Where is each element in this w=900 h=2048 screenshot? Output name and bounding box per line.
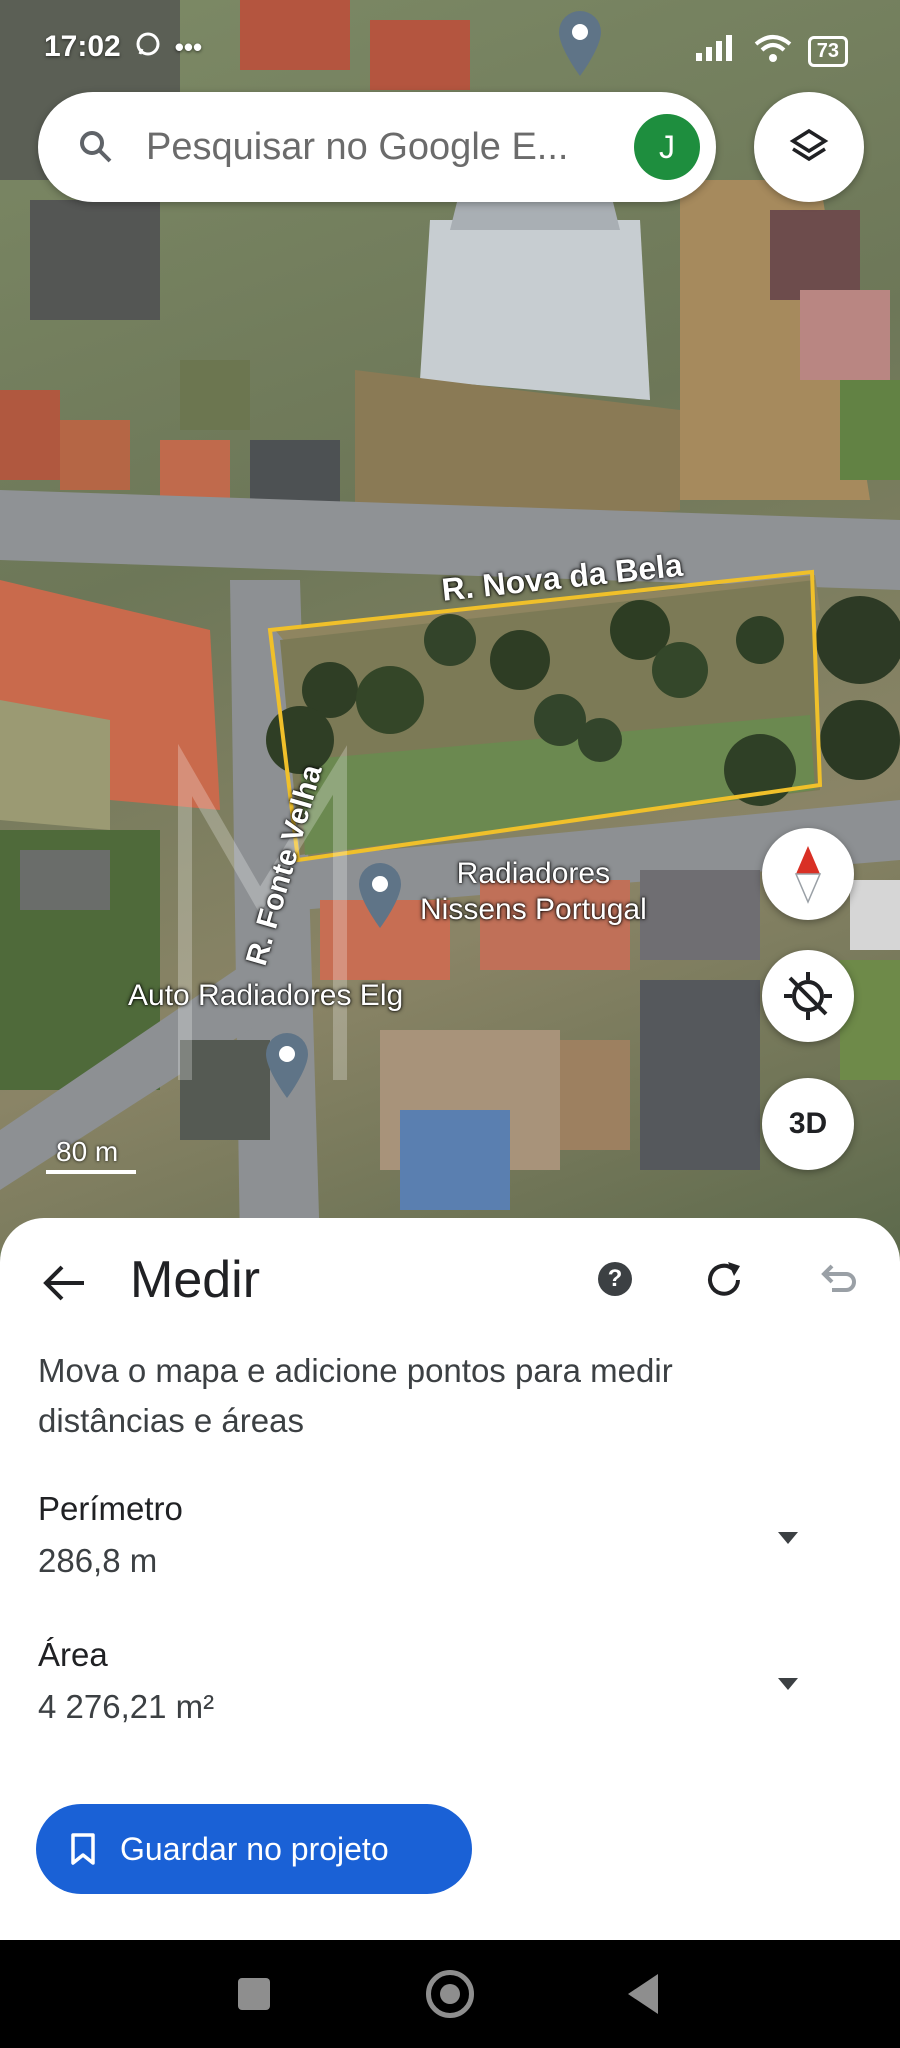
- avatar-letter: J: [659, 128, 675, 165]
- three-d-button[interactable]: 3D: [762, 1078, 854, 1170]
- map-scale-bar: [46, 1170, 136, 1174]
- layers-icon: [789, 128, 829, 162]
- wifi-icon: [754, 34, 792, 69]
- back-button[interactable]: [628, 1974, 658, 2014]
- location-disabled-icon: [784, 972, 832, 1020]
- map-scale-label: 80 m: [56, 1136, 119, 1167]
- area-label: Área: [38, 1636, 108, 1673]
- status-time: 17:02: [44, 30, 121, 63]
- compass-icon: [794, 846, 822, 904]
- poi-label-nissens[interactable]: Radiadores Nissens Portugal: [420, 856, 647, 928]
- poi-label-line1: Auto Radiadores Elg: [128, 979, 404, 1012]
- map-view[interactable]: 17:02 ••• 73 Pesquisar no Google E... J: [0, 0, 900, 1250]
- signal-icon: [694, 35, 738, 68]
- measure-instructions: Mova o mapa e adicione pontos para medir…: [38, 1352, 673, 1439]
- system-nav-bar: [0, 1940, 900, 2048]
- search-icon: [80, 131, 112, 163]
- poi-label-line2: Nissens Portugal: [420, 893, 647, 926]
- status-bar-right: 73: [694, 34, 848, 69]
- perimeter-label: Perímetro: [38, 1490, 183, 1527]
- map-pin-icon[interactable]: [355, 860, 405, 930]
- recents-button[interactable]: [238, 1978, 270, 2010]
- map-pin-icon[interactable]: [262, 1030, 312, 1100]
- layers-button[interactable]: [754, 92, 864, 202]
- undo-icon[interactable]: [814, 1258, 858, 1302]
- battery-icon: 73: [807, 36, 848, 67]
- save-to-project-label: Guardar no projeto: [120, 1830, 389, 1867]
- perimeter-dropdown-icon[interactable]: [778, 1532, 798, 1544]
- search-placeholder[interactable]: Pesquisar no Google E...: [146, 126, 568, 169]
- area-dropdown-icon[interactable]: [778, 1678, 798, 1690]
- perimeter-value: 286,8 m: [38, 1542, 158, 1579]
- status-bar-left: 17:02 •••: [44, 30, 202, 64]
- map-pin-icon[interactable]: [555, 8, 605, 78]
- save-to-project-button[interactable]: Guardar no projeto: [36, 1804, 472, 1894]
- measure-sheet: Medir ? Mova o mapa e adicione pontos pa…: [0, 1218, 900, 1940]
- page-title: Medir: [130, 1251, 261, 1309]
- more-icon: •••: [174, 31, 203, 62]
- refresh-icon[interactable]: [702, 1258, 746, 1302]
- avatar[interactable]: J: [634, 114, 700, 180]
- whatsapp-icon: [135, 31, 161, 64]
- bookmark-icon: [71, 1833, 95, 1865]
- search-bar[interactable]: Pesquisar no Google E... J: [38, 92, 716, 202]
- three-d-label: 3D: [788, 1107, 828, 1140]
- poi-label-line1: Radiadores: [456, 857, 611, 890]
- battery-level: 73: [816, 40, 839, 62]
- back-arrow-icon[interactable]: [40, 1258, 90, 1308]
- poi-label-auto-radiadores[interactable]: Auto Radiadores Elg: [128, 978, 403, 1014]
- help-icon[interactable]: ?: [598, 1262, 632, 1296]
- my-location-button[interactable]: [762, 950, 854, 1042]
- home-button[interactable]: [426, 1970, 474, 2018]
- compass-button[interactable]: [762, 828, 854, 920]
- area-value: 4 276,21 m²: [38, 1688, 215, 1725]
